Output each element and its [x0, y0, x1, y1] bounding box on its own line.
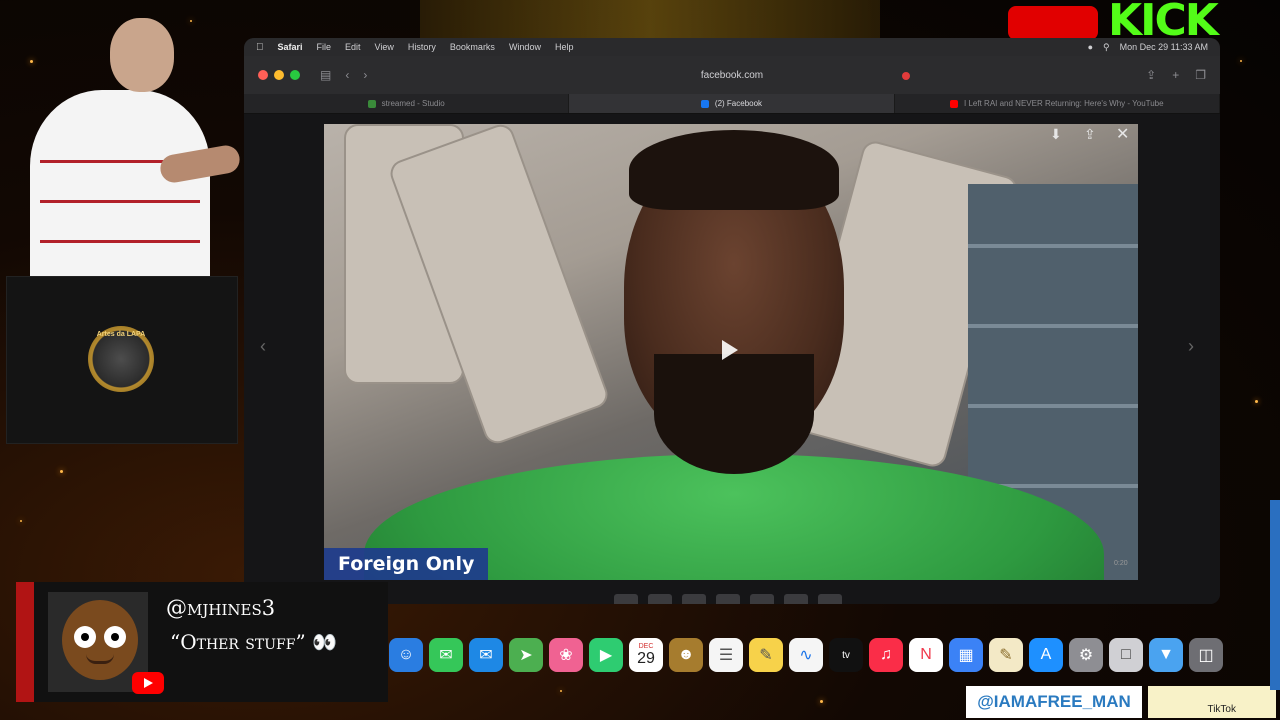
tab-label: streamed - Studio: [381, 99, 445, 108]
photos-icon[interactable]: ❀: [549, 638, 583, 672]
browser-toolbar: ▤ ‹ › facebook.com ⇪ + ❐: [244, 56, 1220, 94]
contacts-icon[interactable]: ☻: [669, 638, 703, 672]
calendar-day: 29: [637, 649, 655, 667]
video-timestamp: 0:20: [1114, 560, 1128, 567]
keynote-icon[interactable]: ▦: [949, 638, 983, 672]
tab-studio[interactable]: streamed - Studio: [244, 94, 570, 113]
sidebar-icon[interactable]: ▤: [320, 68, 331, 82]
stream-overlay: KICK Artes da LAPA  Safari File Edit Vi…: [0, 0, 1280, 720]
media-controls: [614, 594, 842, 604]
freeform-icon[interactable]: ∿: [789, 638, 823, 672]
youtube-favicon-icon: [950, 99, 959, 108]
zoom-window-button[interactable]: [290, 70, 300, 80]
chat-message-text: “Other stuff” 👀: [170, 630, 337, 654]
tab-label: I Left RAI and NEVER Returning: Here's W…: [964, 99, 1164, 108]
facetime-icon[interactable]: ▶: [589, 638, 623, 672]
share-icon[interactable]: ⇪: [1084, 126, 1096, 143]
calendar-icon[interactable]: DEC 29: [629, 638, 663, 672]
page-content: ‹ › Foreign Only ✕ ⇪ ⬇ 0:20: [244, 114, 1220, 604]
menubar-clock[interactable]: Mon Dec 29 11:33 AM: [1120, 42, 1208, 52]
menu-window[interactable]: Window: [509, 42, 541, 52]
recording-indicator: [902, 72, 910, 80]
tiktok-label: TikTok: [1148, 686, 1276, 718]
apple-icon[interactable]: : [256, 42, 264, 53]
chat-username: @mjhines3: [166, 596, 276, 620]
downloads-folder-icon[interactable]: ▼: [1149, 638, 1183, 672]
preview-icon[interactable]: □: [1109, 638, 1143, 672]
settings-gear-icon[interactable]: ⚙: [1069, 638, 1103, 672]
tab-bar: streamed - Studio (2) Facebook I Left RA…: [244, 94, 1220, 114]
previous-arrow-icon[interactable]: ‹: [260, 336, 266, 357]
mac-window:  Safari File Edit View History Bookmark…: [244, 38, 1220, 604]
social-handle: @IAMAFREE_MAN: [966, 686, 1142, 718]
search-icon[interactable]: ⚲: [1103, 42, 1110, 53]
forward-icon[interactable]: ›: [363, 68, 367, 82]
artes-badge-logo: Artes da LAPA: [88, 326, 154, 392]
kick-logo: KICK: [1108, 0, 1219, 42]
close-icon[interactable]: ✕: [1116, 124, 1129, 144]
app-store-icon[interactable]: A: [1029, 638, 1063, 672]
menu-file[interactable]: File: [317, 42, 332, 52]
share-icon[interactable]: ⇪: [1146, 68, 1156, 82]
person-hair: [629, 130, 839, 210]
tab-facebook[interactable]: (2) Facebook: [569, 94, 895, 113]
address-bar[interactable]: facebook.com: [701, 70, 763, 81]
studio-favicon-icon: [367, 99, 376, 108]
streamer-cutout: [10, 10, 242, 280]
control-button[interactable]: [716, 594, 740, 604]
pages-icon[interactable]: ✎: [989, 638, 1023, 672]
lower-third-caption: Foreign Only: [324, 548, 489, 580]
tab-overview-icon[interactable]: ❐: [1195, 68, 1206, 82]
facebook-favicon-icon: [700, 99, 709, 108]
mac-menubar:  Safari File Edit View History Bookmark…: [244, 38, 1220, 56]
streamer-jersey: [30, 90, 210, 280]
menu-view[interactable]: View: [375, 42, 394, 52]
new-tab-icon[interactable]: +: [1172, 68, 1179, 82]
wifi-icon[interactable]: ●: [1088, 42, 1093, 52]
control-button[interactable]: [682, 594, 706, 604]
control-button[interactable]: [614, 594, 638, 604]
back-icon[interactable]: ‹: [345, 68, 349, 82]
minimize-window-button[interactable]: [274, 70, 284, 80]
menu-bookmarks[interactable]: Bookmarks: [450, 42, 495, 52]
control-button[interactable]: [750, 594, 774, 604]
person-beard: [654, 354, 814, 474]
menu-history[interactable]: History: [408, 42, 436, 52]
control-button[interactable]: [648, 594, 672, 604]
control-button[interactable]: [818, 594, 842, 604]
tab-youtube[interactable]: I Left RAI and NEVER Returning: Here's W…: [895, 94, 1220, 113]
top-banner: [420, 0, 880, 40]
finder-icon[interactable]: ☺: [389, 638, 423, 672]
trash-icon[interactable]: ◫: [1189, 638, 1223, 672]
apple-tv-icon[interactable]: tv: [829, 638, 863, 672]
youtube-icon: [132, 672, 164, 694]
side-strip: [1270, 500, 1280, 690]
play-icon[interactable]: [722, 340, 738, 360]
close-window-button[interactable]: [258, 70, 268, 80]
reminders-icon[interactable]: ☰: [709, 638, 743, 672]
mac-dock: ☺ ✉ ✉ ➤ ❀ ▶ DEC 29 ☻ ☰ ✎ ∿ tv ♫ N ▦ ✎ A …: [385, 632, 1245, 678]
chat-message-overlay: @mjhines3 “Other stuff” 👀: [16, 582, 388, 702]
menu-edit[interactable]: Edit: [345, 42, 361, 52]
video-player[interactable]: Foreign Only ✕ ⇪ ⬇ 0:20: [324, 124, 1138, 580]
menu-app-name[interactable]: Safari: [278, 42, 303, 52]
maps-icon[interactable]: ➤: [509, 638, 543, 672]
mail-icon[interactable]: ✉: [469, 638, 503, 672]
next-arrow-icon[interactable]: ›: [1188, 336, 1194, 357]
chat-accent-bar: [16, 582, 34, 702]
messages-icon[interactable]: ✉: [429, 638, 463, 672]
download-icon[interactable]: ⬇: [1050, 126, 1062, 143]
news-icon[interactable]: N: [909, 638, 943, 672]
calendar-month: DEC: [638, 642, 654, 650]
control-button[interactable]: [784, 594, 808, 604]
menu-help[interactable]: Help: [555, 42, 574, 52]
avatar: [48, 592, 164, 694]
notes-icon[interactable]: ✎: [749, 638, 783, 672]
tab-label: (2) Facebook: [714, 99, 763, 108]
streamer-head: [110, 18, 174, 92]
music-icon[interactable]: ♫: [869, 638, 903, 672]
cookie-avatar-icon: [62, 600, 138, 680]
youtube-logo-icon: [1008, 6, 1098, 40]
tv-label: tv: [842, 649, 850, 661]
